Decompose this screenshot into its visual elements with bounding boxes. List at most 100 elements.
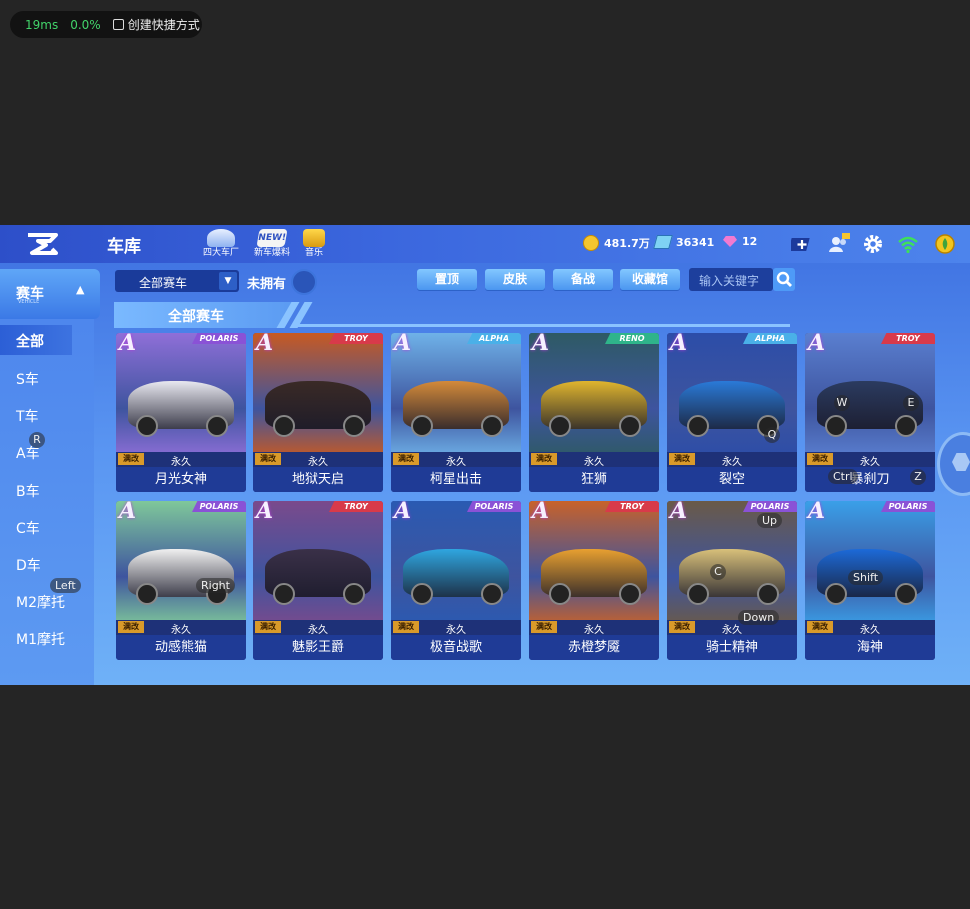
car-name: 裂空 xyxy=(667,467,797,492)
car-wheel xyxy=(687,583,709,605)
car-wheel xyxy=(549,415,571,437)
brand-badge: POLARIS xyxy=(192,501,246,512)
car-card[interactable]: A ALPHA 满改 永久 柯星出击 xyxy=(391,333,521,492)
car-card[interactable]: A TROY 满改 永久 赤橙梦魇 xyxy=(529,501,659,660)
brand-badge: TROY xyxy=(605,501,659,512)
sidebar-item-t[interactable]: T车 xyxy=(16,406,39,426)
sidebar-item-b[interactable]: B车 xyxy=(16,481,40,501)
brand-badge: POLARIS xyxy=(467,501,521,512)
key-hint-right: Right xyxy=(196,578,235,593)
gem-counter[interactable]: 36341 xyxy=(653,235,715,249)
tab-collection[interactable]: 收藏馆 xyxy=(620,269,680,290)
tab-pin[interactable]: 置顶 xyxy=(417,269,477,290)
tab-skin[interactable]: 皮肤 xyxy=(485,269,545,290)
sidebar-item-m2[interactable]: M2摩托 xyxy=(16,592,65,612)
car-name: 极音战歌 xyxy=(391,635,521,660)
ownership-status: 永久 xyxy=(722,457,742,468)
perf-overlay: 19ms 0.0% 创建快捷方式 xyxy=(10,11,202,38)
key-hint-r: R xyxy=(29,432,45,448)
car-wheel xyxy=(481,583,503,605)
car-wheel xyxy=(136,415,158,437)
car-grade: A xyxy=(256,501,274,524)
vehicle-filter-dropdown[interactable]: 全部赛车 ▼ xyxy=(115,270,239,292)
car-wheel xyxy=(136,583,158,605)
car-name: 柯星出击 xyxy=(391,467,521,492)
car-wheel xyxy=(825,583,847,605)
car-card[interactable]: A TROY 满改 永久 魅影王爵 xyxy=(253,501,383,660)
diamond-counter[interactable]: 12 xyxy=(723,235,757,248)
category-sublabel: VEHICLE xyxy=(18,299,40,305)
car-grade: A xyxy=(808,501,826,524)
brand-badge: POLARIS xyxy=(743,501,797,512)
brand-badge: POLARIS xyxy=(881,501,935,512)
expand-panel-button[interactable] xyxy=(937,432,970,496)
car-grade: A xyxy=(256,333,274,356)
car-wheel xyxy=(273,415,295,437)
ownership-status: 永久 xyxy=(308,625,328,636)
key-hint-e: E xyxy=(903,395,919,411)
car-wheel xyxy=(825,415,847,437)
sidebar-item-d[interactable]: D车 xyxy=(16,555,41,575)
key-hint-down: Down xyxy=(738,610,780,625)
car-wheel xyxy=(549,583,571,605)
car-wheel xyxy=(895,583,917,605)
car-grade: A xyxy=(394,333,412,356)
ownership-status: 永久 xyxy=(860,457,880,468)
car-name: 动感熊猫 xyxy=(116,635,246,660)
gift-button[interactable]: 音乐 xyxy=(303,229,325,258)
brand-badge: RENO xyxy=(605,333,659,344)
chevron-up-icon: ▲ xyxy=(76,283,85,296)
car-card[interactable]: A TROY 满改 永久 地狱天启 xyxy=(253,333,383,492)
car-card[interactable]: A POLARIS 满改 永久 月光女神 xyxy=(116,333,246,492)
car-card[interactable]: A TROY 满改 永久 暴刹刀 xyxy=(805,333,935,492)
car-name: 骑士精神 xyxy=(667,635,797,660)
car-card[interactable]: A ALPHA 满改 永久 裂空 xyxy=(667,333,797,492)
ownership-status: 永久 xyxy=(860,625,880,636)
game-logo-icon[interactable] xyxy=(22,231,62,257)
car-name: 月光女神 xyxy=(116,467,246,492)
ownership-status: 永久 xyxy=(722,625,742,636)
ownership-status: 永久 xyxy=(171,457,191,468)
car-wheel xyxy=(206,415,228,437)
key-hint-z: Z xyxy=(910,469,926,485)
sidebar-item-m1[interactable]: M1摩托 xyxy=(16,629,65,649)
gem-value: 36341 xyxy=(676,235,715,249)
car-card[interactable]: A POLARIS 满改 永久 极音战歌 xyxy=(391,501,521,660)
gift-label: 音乐 xyxy=(304,248,323,258)
search-icon[interactable] xyxy=(773,268,795,291)
energy-icon xyxy=(935,234,955,254)
car-wheel xyxy=(343,583,365,605)
new-car-button[interactable]: NEW! 新车爆料 xyxy=(254,229,290,258)
section-line xyxy=(294,324,790,327)
car-grade: A xyxy=(808,333,826,356)
car-wheel xyxy=(481,415,503,437)
tab-prepare[interactable]: 备战 xyxy=(553,269,613,290)
search-input[interactable]: 输入关键字 xyxy=(689,268,773,291)
key-hint-left: Left xyxy=(50,578,81,593)
car-wheel xyxy=(411,583,433,605)
page-title: 车库 xyxy=(107,237,141,257)
diamond-icon xyxy=(723,236,737,247)
car-card[interactable]: A RENO 满改 永久 狂狮 xyxy=(529,333,659,492)
add-icon[interactable] xyxy=(791,233,813,255)
car-grade: A xyxy=(532,501,550,524)
category-vehicle[interactable]: 赛车 VEHICLE ▲ xyxy=(0,269,100,319)
game-window: 车库 四大车厂 NEW! 新车爆料 音乐 481.7万 36341 12 赛车 … xyxy=(0,225,970,685)
sidebar-item-label: 全部 xyxy=(16,334,44,350)
create-shortcut-label: 创建快捷方式 xyxy=(127,18,200,32)
gear-icon[interactable] xyxy=(862,233,884,255)
friends-icon[interactable] xyxy=(828,233,850,255)
create-shortcut-button[interactable]: 创建快捷方式 xyxy=(112,16,200,33)
sidebar-item-all[interactable]: 全部 xyxy=(0,325,72,355)
car-name: 魅影王爵 xyxy=(253,635,383,660)
brand-badge: TROY xyxy=(329,501,383,512)
sidebar-item-s[interactable]: S车 xyxy=(16,369,39,389)
wifi-icon xyxy=(898,236,918,254)
sidebar-item-c[interactable]: C车 xyxy=(16,518,40,538)
loss-text: 0.0% xyxy=(70,17,101,32)
car-factory-button[interactable]: 四大车厂 xyxy=(203,229,239,258)
car-name: 地狱天启 xyxy=(253,467,383,492)
car-name: 狂狮 xyxy=(529,467,659,492)
unowned-toggle[interactable] xyxy=(291,269,317,295)
coin-counter[interactable]: 481.7万 xyxy=(583,235,650,251)
